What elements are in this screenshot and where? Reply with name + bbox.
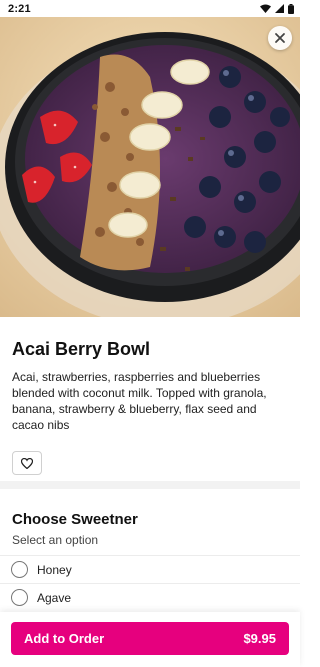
option-honey[interactable]: Honey (0, 555, 300, 583)
radio-button[interactable] (11, 561, 28, 578)
order-price: $9.95 (243, 631, 276, 646)
status-icons (260, 3, 294, 14)
section-subtitle: Select an option (12, 533, 99, 547)
option-label: Agave (37, 590, 72, 605)
option-label: Honey (37, 562, 72, 577)
wifi-icon (260, 4, 271, 13)
status-bar: 2:21 (0, 0, 300, 17)
acai-bowl-image (0, 17, 300, 317)
item-photo (0, 17, 300, 317)
close-button[interactable] (268, 26, 292, 50)
signal-icon (275, 4, 284, 13)
favorite-button[interactable] (12, 451, 42, 475)
heart-icon (21, 457, 33, 469)
close-icon (275, 33, 285, 43)
item-description: Acai, strawberries, raspberries and blue… (12, 370, 267, 432)
sweetener-section: Choose Sweetner Select an option Honey A… (0, 489, 300, 611)
item-details: Acai Berry Bowl Acai, strawberries, rasp… (0, 317, 300, 475)
item-title: Acai Berry Bowl (12, 339, 151, 359)
battery-icon (288, 3, 294, 14)
add-to-order-button[interactable]: Add to Order $9.95 (11, 622, 289, 655)
option-agave[interactable]: Agave (0, 583, 300, 611)
status-time: 2:21 (8, 2, 31, 15)
section-title: Choose Sweetner (12, 511, 138, 528)
section-divider (0, 481, 300, 489)
add-to-order-label: Add to Order (24, 631, 105, 646)
section-header: Choose Sweetner Select an option (0, 489, 300, 555)
bottom-bar: Add to Order $9.95 (0, 612, 300, 667)
radio-button[interactable] (11, 589, 28, 606)
